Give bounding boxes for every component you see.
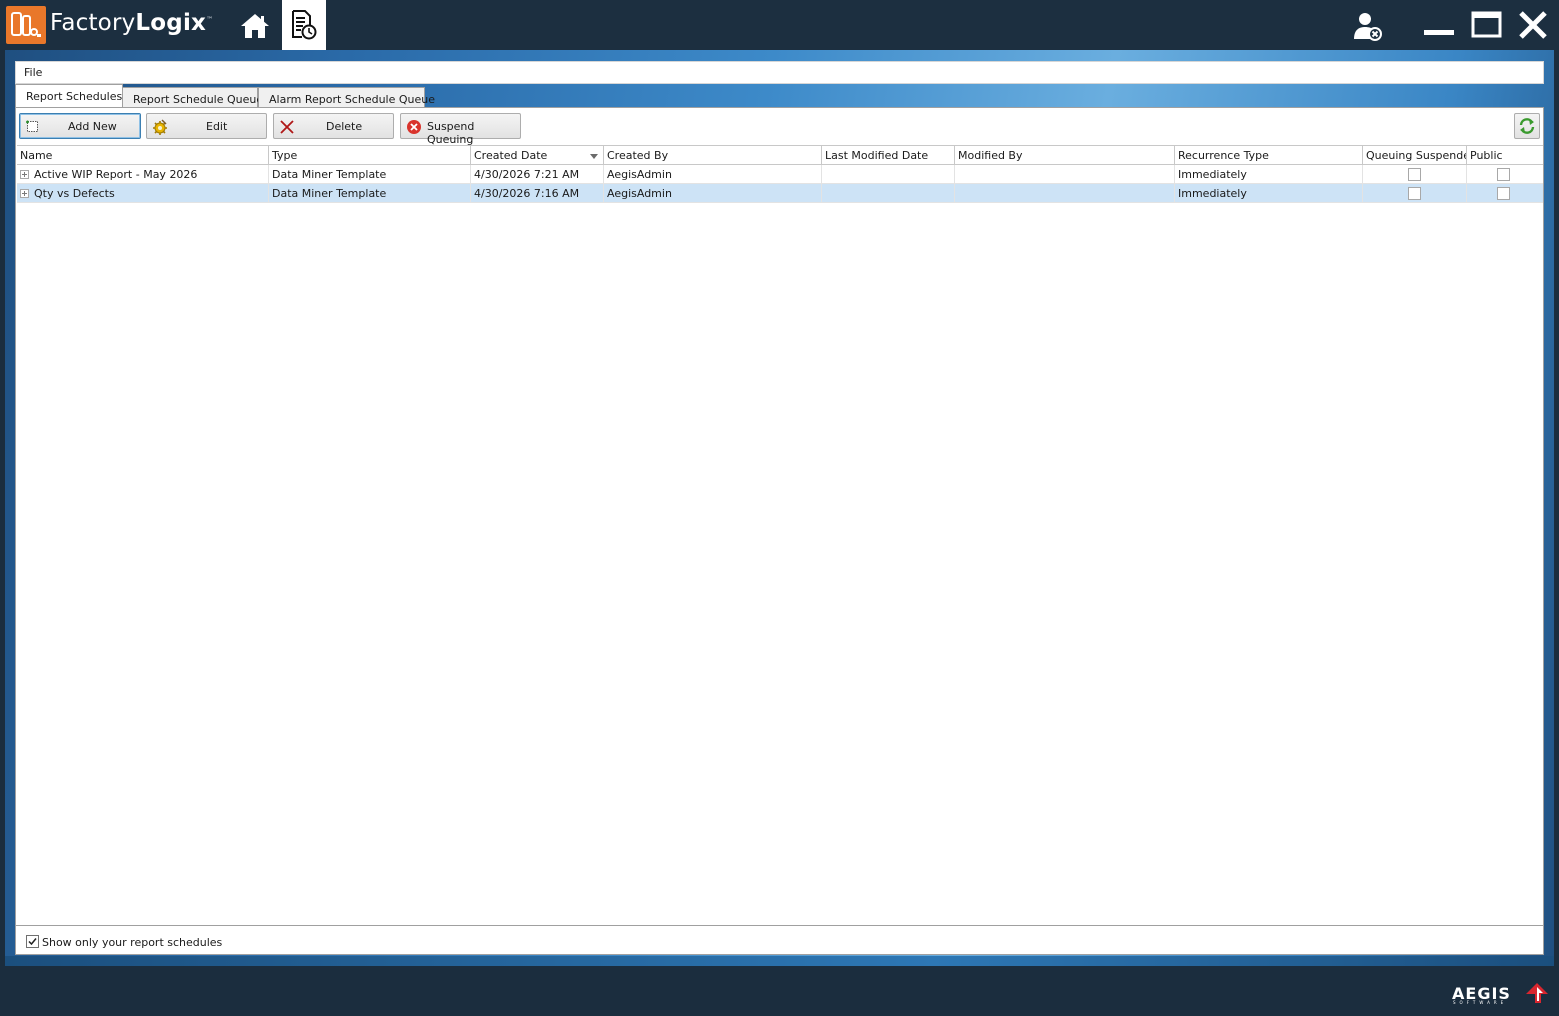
checkmark-icon: [28, 938, 37, 946]
row-name-text: Qty vs Defects: [34, 187, 115, 200]
add-new-icon: [26, 120, 38, 132]
column-header-name[interactable]: Name: [17, 146, 269, 165]
home-button[interactable]: [236, 8, 274, 44]
logout-user-button[interactable]: [1352, 10, 1384, 42]
show-only-mine-label[interactable]: Show only your report schedules: [42, 936, 222, 949]
aegis-logo-subtext: SOFTWARE: [1453, 1000, 1508, 1005]
maximize-icon: [1471, 11, 1502, 38]
cell-modified-by: [955, 184, 1175, 203]
user-logout-icon: [1354, 13, 1382, 41]
close-button[interactable]: [1517, 10, 1549, 42]
queuing-suspended-checkbox[interactable]: [1408, 168, 1421, 181]
add-new-label: Add New: [68, 120, 117, 133]
menu-file[interactable]: File: [24, 66, 42, 79]
cell-modified-by: [955, 165, 1175, 184]
maximize-button[interactable]: [1471, 10, 1503, 42]
brand-bold: Logix: [135, 10, 207, 36]
public-checkbox[interactable]: [1497, 187, 1510, 200]
tab-report-schedule-queue[interactable]: Report Schedule Queue: [122, 87, 263, 108]
cell-public: [1467, 184, 1543, 203]
app-brand: FactoryLogix™: [50, 10, 213, 40]
window-bottom-border: [5, 956, 1554, 966]
queuing-suspended-checkbox[interactable]: [1408, 187, 1421, 200]
footer-divider: [16, 925, 1543, 926]
row-name-text: Active WIP Report - May 2026: [34, 168, 198, 181]
cell-created-date: 4/30/2026 7:21 AM: [471, 165, 604, 184]
home-icon: [241, 14, 269, 38]
minimize-icon: [1424, 30, 1454, 35]
menu-bar: File: [15, 61, 1544, 84]
brand-tm: ™: [206, 15, 214, 24]
tab-alarm-report-schedule-queue[interactable]: Alarm Report Schedule Queue: [258, 87, 435, 108]
edit-gear-icon: [153, 119, 167, 135]
report-schedules-grid: Name Type Created Date Created By Last M…: [17, 145, 1543, 203]
add-new-button[interactable]: Add New: [19, 113, 141, 139]
minimize-button[interactable]: [1423, 10, 1455, 42]
cell-created-date: 4/30/2026 7:16 AM: [471, 184, 604, 203]
column-header-created-date[interactable]: Created Date: [471, 146, 604, 165]
column-header-queuing-suspended[interactable]: Queuing Suspended: [1363, 146, 1467, 165]
cell-created-by: AegisAdmin: [604, 184, 822, 203]
cell-name: Qty vs Defects: [17, 184, 269, 203]
cell-type: Data Miner Template: [269, 165, 471, 184]
cell-type: Data Miner Template: [269, 184, 471, 203]
edit-label: Edit: [206, 120, 228, 133]
sort-descending-icon: [590, 154, 598, 159]
cell-last-modified-date: [822, 165, 955, 184]
edit-button[interactable]: Edit: [146, 113, 267, 139]
expand-row-icon[interactable]: [20, 170, 29, 179]
delete-x-icon: [280, 120, 294, 134]
cell-public: [1467, 165, 1543, 184]
report-schedule-icon: [292, 10, 317, 40]
table-row[interactable]: Active WIP Report - May 2026 Data Miner …: [17, 165, 1543, 184]
report-schedules-nav-button[interactable]: [282, 0, 326, 50]
cell-name: Active WIP Report - May 2026: [17, 165, 269, 184]
column-header-recurrence-type[interactable]: Recurrence Type: [1175, 146, 1363, 165]
delete-button[interactable]: Delete: [273, 113, 394, 139]
column-header-created-by[interactable]: Created By: [604, 146, 822, 165]
grid-header: Name Type Created Date Created By Last M…: [17, 145, 1543, 165]
suspend-queuing-label: Suspend Queuing: [427, 120, 475, 146]
aegis-software-logo: AEGIS SOFTWARE: [1452, 982, 1552, 1008]
cell-recurrence-type: Immediately: [1175, 165, 1363, 184]
title-bar: FactoryLogix™: [0, 0, 1559, 50]
suspend-queuing-button[interactable]: Suspend Queuing: [400, 113, 521, 146]
show-only-mine-checkbox[interactable]: [26, 935, 39, 948]
column-header-public[interactable]: Public: [1467, 146, 1543, 165]
cell-recurrence-type: Immediately: [1175, 184, 1363, 203]
column-header-type[interactable]: Type: [269, 146, 471, 165]
refresh-button[interactable]: [1514, 113, 1540, 139]
column-header-created-date-label: Created Date: [474, 149, 548, 162]
close-icon: [1519, 11, 1547, 39]
table-row[interactable]: Qty vs Defects Data Miner Template 4/30/…: [17, 184, 1543, 203]
factorylogix-logo-icon: [6, 6, 46, 44]
public-checkbox[interactable]: [1497, 168, 1510, 181]
report-schedules-panel: Add New Edit Delete Suspend Queuing Name…: [15, 107, 1544, 955]
column-header-modified-by[interactable]: Modified By: [955, 146, 1175, 165]
refresh-icon: [1519, 118, 1535, 134]
column-header-last-modified-date[interactable]: Last Modified Date: [822, 146, 955, 165]
stop-circle-icon: [407, 120, 421, 134]
expand-row-icon[interactable]: [20, 189, 29, 198]
cell-last-modified-date: [822, 184, 955, 203]
tab-report-schedules[interactable]: Report Schedules: [15, 84, 123, 108]
aegis-arrow-icon: [1526, 983, 1548, 1003]
cell-queuing-suspended: [1363, 184, 1467, 203]
delete-label: Delete: [326, 120, 363, 133]
cell-queuing-suspended: [1363, 165, 1467, 184]
brand-light: Factory: [50, 10, 136, 36]
cell-created-by: AegisAdmin: [604, 165, 822, 184]
